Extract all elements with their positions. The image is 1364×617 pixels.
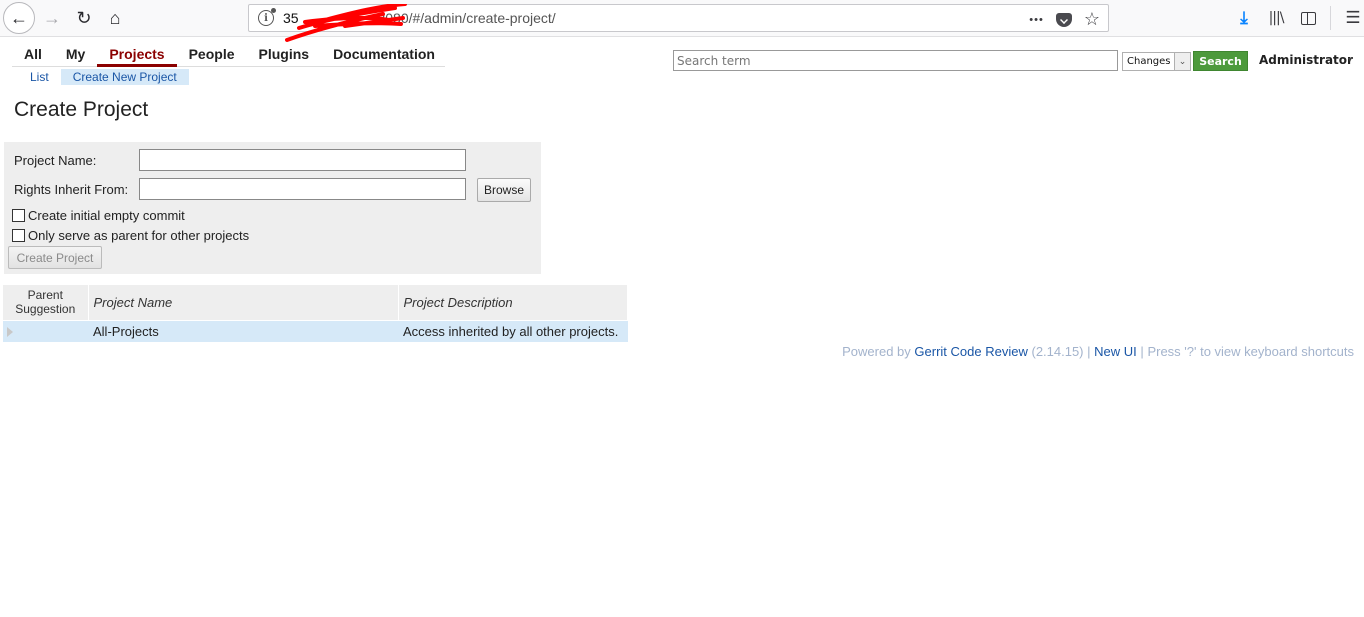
more-actions-icon[interactable]: •••	[1029, 14, 1044, 26]
back-button[interactable]: ←	[3, 2, 35, 34]
project-name-input[interactable]	[139, 149, 466, 171]
bookmark-star-icon[interactable]: ☆	[1084, 9, 1100, 30]
create-project-form: Project Name: Rights Inherit From: Brows…	[4, 142, 541, 274]
submenu-create-new-project[interactable]: Create New Project	[60, 69, 189, 85]
sidebar-toggle-button[interactable]	[1292, 8, 1324, 28]
footer-separator: |	[1087, 344, 1091, 359]
menu-people[interactable]: People	[177, 42, 247, 67]
footer-shortcuts-hint: Press '?' to view keyboard shortcuts	[1147, 344, 1354, 359]
header-project-description: Project Description	[398, 285, 628, 320]
row-project-description: Access inherited by all other projects.	[398, 319, 628, 342]
rights-inherit-input[interactable]	[139, 178, 466, 200]
header-parent-suggestion: Parent Suggestion	[3, 285, 89, 320]
toolbar-divider	[1330, 6, 1331, 30]
page-title: Create Project	[14, 98, 149, 121]
empty-commit-label[interactable]: Create initial empty commit	[28, 208, 185, 223]
parent-suggestion-table: Parent Suggestion Project Name Project D…	[3, 285, 628, 342]
hamburger-menu-icon[interactable]: ☰	[1337, 8, 1364, 28]
footer-powered-by: Powered by	[842, 344, 911, 359]
user-menu[interactable]: Administrator	[1259, 53, 1353, 67]
menu-documentation[interactable]: Documentation	[321, 42, 447, 67]
rights-inherit-label: Rights Inherit From:	[14, 182, 129, 197]
reload-button[interactable]: ↻	[70, 4, 98, 32]
download-icon[interactable]: ⤓	[1228, 8, 1260, 28]
row-project-name[interactable]: All-Projects	[88, 319, 398, 342]
page-actions: ••• ☆	[1029, 9, 1100, 30]
browser-toolbar: ← → ↻ ⌂ i 35 .8080/#/admin/create-project…	[0, 0, 1364, 42]
menu-my[interactable]: My	[54, 42, 97, 67]
user-menu-caret-icon[interactable]: ▾	[1348, 55, 1352, 64]
url-bar[interactable]: i 35 .8080/#/admin/create-project/ ••• ☆	[248, 4, 1109, 42]
reload-icon: ↻	[76, 7, 92, 28]
project-name-label: Project Name:	[14, 153, 97, 168]
gerrit-link[interactable]: Gerrit Code Review	[914, 344, 1027, 359]
forward-button[interactable]: →	[38, 4, 66, 32]
url-path: .8080/#/admin/create-project/	[373, 10, 556, 26]
table-header-row: Parent Suggestion Project Name Project D…	[3, 285, 628, 320]
search-scope-select[interactable]: Changes ⌄	[1122, 52, 1191, 71]
menu-all[interactable]: All	[12, 42, 54, 67]
top-menu: All My Projects People Plugins Documenta…	[12, 42, 445, 67]
parent-only-option: Only serve as parent for other projects	[12, 228, 249, 243]
search-input[interactable]	[673, 50, 1118, 71]
empty-commit-option: Create initial empty commit	[12, 208, 185, 223]
expand-arrow-icon[interactable]	[7, 327, 13, 338]
submenu-list[interactable]: List	[18, 69, 61, 85]
home-icon: ⌂	[109, 7, 121, 28]
table-row[interactable]: All-Projects Access inherited by all oth…	[3, 319, 628, 342]
parent-only-checkbox[interactable]	[12, 229, 25, 242]
site-info-icon[interactable]: i	[258, 8, 276, 26]
forward-arrow-icon: →	[43, 7, 61, 28]
menu-plugins[interactable]: Plugins	[247, 42, 322, 67]
header-project-name: Project Name	[88, 285, 399, 320]
new-ui-link[interactable]: New UI	[1094, 344, 1137, 359]
sidebar-icon	[1300, 12, 1316, 26]
empty-commit-checkbox[interactable]	[12, 209, 25, 222]
chevron-down-icon: ⌄	[1174, 53, 1190, 70]
search-button[interactable]: Search	[1193, 51, 1248, 71]
browse-button[interactable]: Browse	[477, 178, 531, 202]
footer: Powered by Gerrit Code Review (2.14.15) …	[842, 344, 1354, 359]
library-icon[interactable]: |||\	[1260, 10, 1292, 26]
url-host-prefix: 35	[283, 10, 299, 26]
back-arrow-icon: ←	[10, 7, 28, 28]
row-expand-cell[interactable]	[3, 319, 88, 342]
sub-menu: List Create New Project	[18, 69, 189, 85]
home-button[interactable]: ⌂	[101, 4, 129, 32]
menu-projects[interactable]: Projects	[97, 42, 177, 67]
pocket-icon[interactable]	[1055, 12, 1072, 27]
create-project-button[interactable]: Create Project	[8, 246, 102, 269]
url-text[interactable]: 35 .8080/#/admin/create-project/	[283, 4, 556, 42]
toolbar-right: ⤓ |||\ ☰	[1228, 4, 1364, 32]
parent-only-label[interactable]: Only serve as parent for other projects	[28, 228, 249, 243]
footer-version: (2.14.15)	[1031, 344, 1084, 359]
search-scope-value: Changes	[1127, 56, 1171, 67]
footer-separator: |	[1140, 344, 1144, 359]
